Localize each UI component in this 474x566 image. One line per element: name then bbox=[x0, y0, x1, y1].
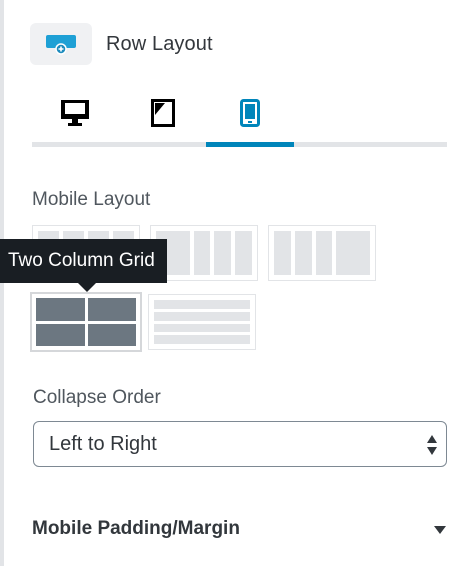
layout-tooltip: Two Column Grid bbox=[0, 239, 167, 283]
collapse-order-label: Collapse Order bbox=[33, 387, 161, 408]
device-tabs bbox=[32, 84, 447, 148]
mobile-padding-panel-title[interactable]: Mobile Padding/Margin bbox=[32, 518, 240, 540]
select-arrows-icon bbox=[427, 435, 437, 455]
desktop-icon bbox=[61, 100, 89, 126]
tab-tablet[interactable] bbox=[120, 84, 206, 142]
sidebar-left-border bbox=[0, 0, 4, 566]
caret-down-icon[interactable] bbox=[432, 524, 448, 536]
layout-option-right-heavy[interactable] bbox=[268, 225, 376, 281]
tab-mobile[interactable] bbox=[207, 84, 293, 142]
block-title: Row Layout bbox=[106, 32, 213, 55]
active-tab-indicator bbox=[206, 142, 294, 147]
layout-option-row-stack[interactable] bbox=[148, 294, 256, 350]
collapse-order-value: Left to Right bbox=[49, 432, 157, 455]
tablet-icon bbox=[151, 99, 175, 127]
layout-option-two-column-grid[interactable] bbox=[30, 292, 142, 352]
collapse-order-select[interactable]: Left to Right bbox=[33, 421, 447, 467]
row-layout-block-icon bbox=[30, 23, 92, 65]
tab-desktop[interactable] bbox=[32, 84, 118, 142]
mobile-layout-label: Mobile Layout bbox=[32, 189, 151, 210]
mobile-icon bbox=[240, 99, 260, 127]
block-card: Row Layout bbox=[30, 22, 213, 66]
tooltip-arrow bbox=[78, 283, 96, 292]
